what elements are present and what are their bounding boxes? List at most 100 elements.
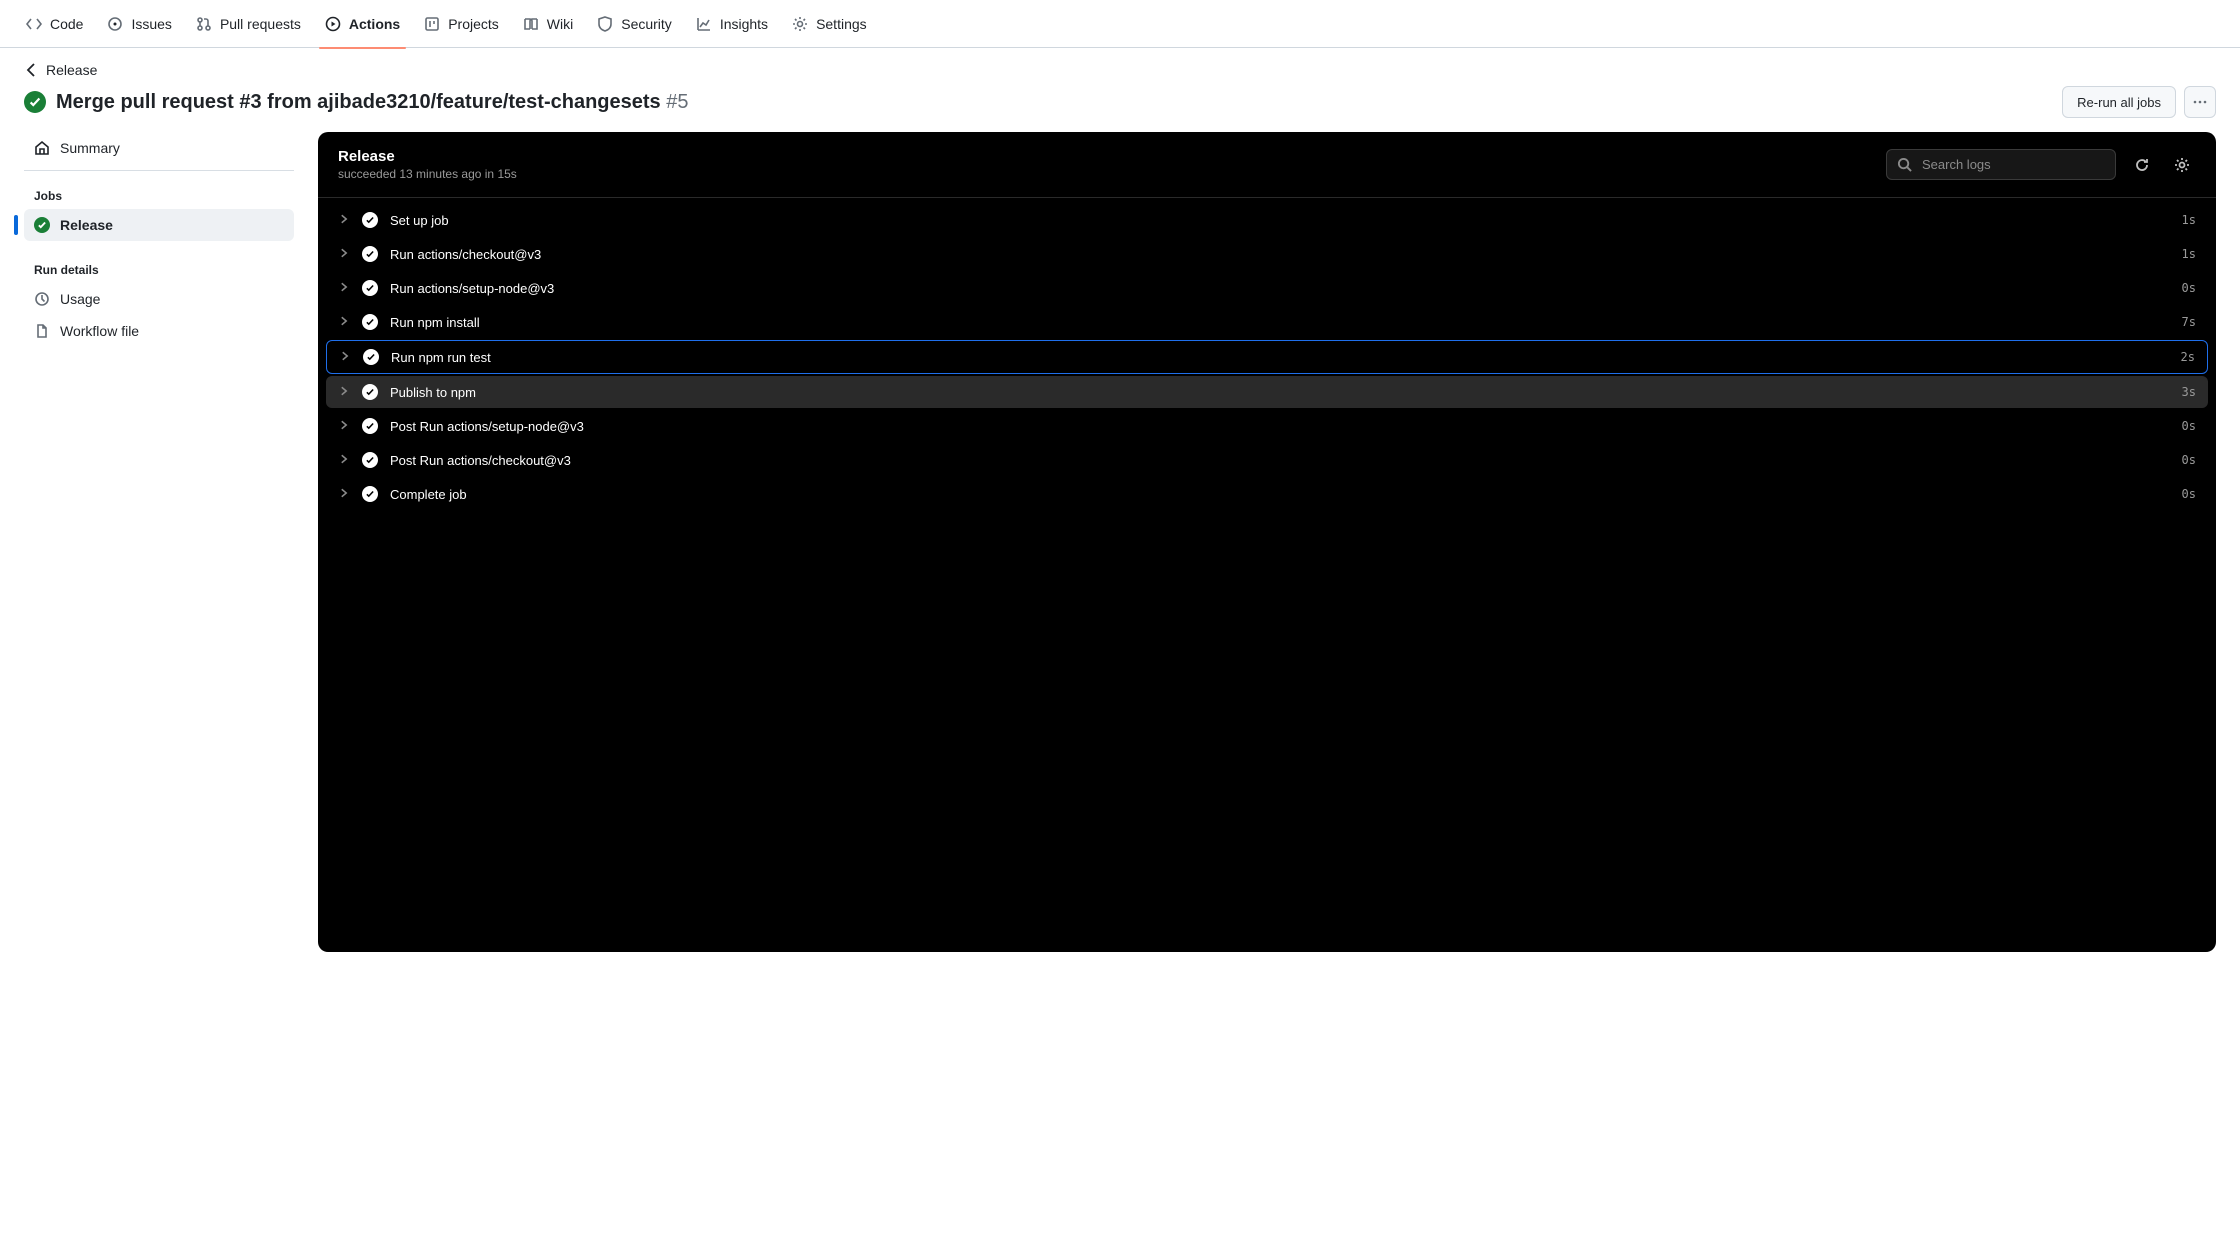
gear-icon	[792, 16, 808, 32]
check-icon	[362, 418, 378, 434]
kebab-icon	[2192, 94, 2208, 110]
rerun-all-button[interactable]: Re-run all jobs	[2062, 86, 2176, 118]
issue-icon	[107, 16, 123, 32]
sidebar-usage-label: Usage	[60, 291, 100, 307]
step-duration: 0s	[2182, 453, 2196, 467]
sidebar-summary-label: Summary	[60, 140, 120, 156]
refresh-icon	[2134, 157, 2150, 173]
home-icon	[34, 140, 50, 156]
file-icon	[34, 323, 50, 339]
refresh-button[interactable]	[2128, 151, 2156, 179]
step-row[interactable]: Set up job 1s	[326, 204, 2208, 236]
step-name: Complete job	[390, 487, 2170, 502]
tab-issues[interactable]: Issues	[97, 0, 181, 48]
step-duration: 0s	[2182, 281, 2196, 295]
step-duration: 0s	[2182, 419, 2196, 433]
breadcrumb-label: Release	[46, 62, 97, 78]
step-row[interactable]: Run npm install7s	[326, 306, 2208, 338]
sidebar-job-release[interactable]: Release	[24, 209, 294, 241]
chevron-right-icon	[339, 350, 351, 365]
code-icon	[26, 16, 42, 32]
tab-security[interactable]: Security	[587, 0, 682, 48]
project-icon	[424, 16, 440, 32]
check-icon	[363, 349, 379, 365]
search-icon	[1897, 157, 1912, 172]
chevron-right-icon	[338, 281, 350, 296]
step-name: Run actions/setup-node@v3	[390, 281, 2170, 296]
graph-icon	[696, 16, 712, 32]
tab-label: Pull requests	[220, 16, 301, 32]
log-panel: Release succeeded 13 minutes ago in 15s …	[318, 132, 2216, 952]
sidebar-job-label: Release	[60, 217, 113, 233]
step-duration: 1s	[2182, 247, 2196, 261]
chevron-right-icon	[338, 487, 350, 502]
tab-settings[interactable]: Settings	[782, 0, 877, 48]
run-number: #5	[666, 91, 688, 113]
panel-subtitle: succeeded 13 minutes ago in 15s	[338, 167, 517, 181]
check-icon	[362, 280, 378, 296]
repo-tabs: Code Issues Pull requests Actions Projects Wi…	[0, 0, 2240, 48]
page-head: Release Merge pull request #3 from ajiba…	[0, 48, 2240, 118]
tab-label: Projects	[448, 16, 499, 32]
breadcrumb-back[interactable]: Release	[24, 62, 2216, 78]
sidebar-usage[interactable]: Usage	[24, 283, 294, 315]
pr-icon	[196, 16, 212, 32]
step-name: Set up job	[390, 213, 2170, 228]
steps-list: Set up job1sRun actions/checkout@v31sRun…	[318, 198, 2216, 516]
step-name: Run actions/checkout@v3	[390, 247, 2170, 262]
chevron-right-icon	[338, 453, 350, 468]
tab-label: Code	[50, 16, 83, 32]
check-icon	[362, 314, 378, 330]
tab-actions[interactable]: Actions	[315, 0, 410, 48]
step-row[interactable]: Complete job0s	[326, 478, 2208, 510]
check-icon	[362, 212, 378, 228]
step-row[interactable]: Publish to npm 3s	[326, 376, 2208, 408]
step-name: Run npm run test	[391, 350, 2169, 365]
check-icon	[34, 217, 50, 233]
tab-code[interactable]: Code	[16, 0, 93, 48]
sidebar-rundetails-header: Run details	[24, 255, 294, 283]
step-row[interactable]: Run actions/setup-node@v3 0s	[326, 272, 2208, 304]
sidebar-summary[interactable]: Summary	[24, 132, 294, 171]
run-title: Merge pull request #3 from ajibade3210/f…	[56, 91, 688, 114]
tab-insights[interactable]: Insights	[686, 0, 778, 48]
search-logs-box[interactable]	[1886, 149, 2116, 180]
settings-button[interactable]	[2168, 151, 2196, 179]
panel-title: Release	[338, 148, 517, 165]
chevron-right-icon	[338, 247, 350, 262]
sidebar-workflow-file[interactable]: Workflow file	[24, 315, 294, 347]
tab-label: Actions	[349, 16, 400, 32]
book-icon	[523, 16, 539, 32]
tab-label: Security	[621, 16, 672, 32]
search-logs-input[interactable]	[1920, 156, 2105, 173]
step-duration: 7s	[2182, 315, 2196, 329]
arrow-left-icon	[24, 62, 40, 78]
chevron-right-icon	[338, 385, 350, 400]
step-name: Post Run actions/setup-node@v3	[390, 419, 2170, 434]
check-icon	[362, 246, 378, 262]
chevron-right-icon	[338, 315, 350, 330]
step-row[interactable]: Run npm run test 2s	[326, 340, 2208, 374]
sidebar: Summary Jobs Release Run details Usage W…	[24, 132, 294, 347]
tab-label: Issues	[131, 16, 171, 32]
step-name: Publish to npm	[390, 385, 2170, 400]
tab-label: Insights	[720, 16, 768, 32]
check-icon	[362, 452, 378, 468]
tab-wiki[interactable]: Wiki	[513, 0, 583, 48]
step-row[interactable]: Post Run actions/checkout@v3 0s	[326, 444, 2208, 476]
chevron-right-icon	[338, 213, 350, 228]
gear-icon	[2174, 157, 2190, 173]
step-row[interactable]: Post Run actions/setup-node@v3 0s	[326, 410, 2208, 442]
check-icon	[362, 486, 378, 502]
more-actions-button[interactable]	[2184, 86, 2216, 118]
step-name: Post Run actions/checkout@v3	[390, 453, 2170, 468]
step-duration: 2s	[2181, 350, 2195, 364]
tab-pull-requests[interactable]: Pull requests	[186, 0, 311, 48]
step-duration: 1s	[2182, 213, 2196, 227]
shield-icon	[597, 16, 613, 32]
tab-projects[interactable]: Projects	[414, 0, 509, 48]
step-row[interactable]: Run actions/checkout@v3 1s	[326, 238, 2208, 270]
check-icon	[362, 384, 378, 400]
step-duration: 3s	[2182, 385, 2196, 399]
sidebar-jobs-header: Jobs	[24, 181, 294, 209]
